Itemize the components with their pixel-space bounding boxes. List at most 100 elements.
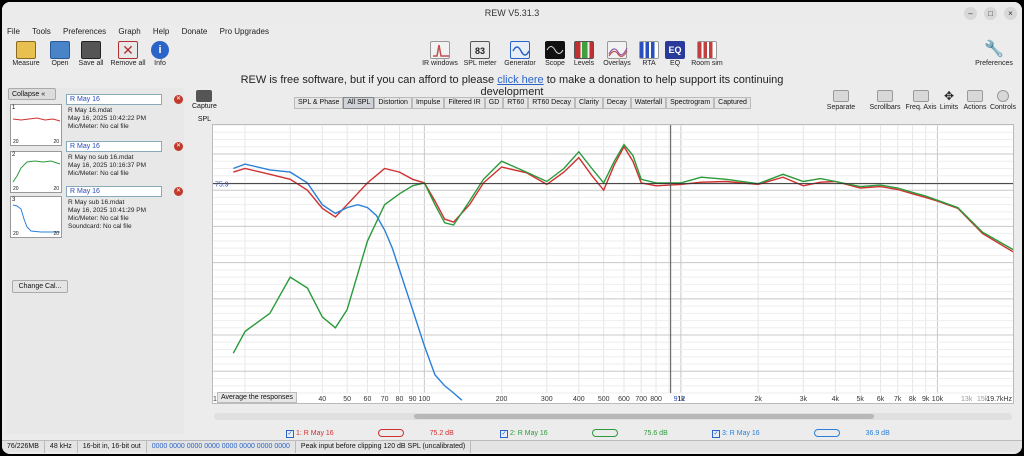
legend-item-1[interactable]: ✓ 1: R May 16 75.2 dB xyxy=(286,429,454,438)
generator-button[interactable]: Generator xyxy=(502,41,538,67)
limits-icon: ✥ xyxy=(943,89,955,103)
x-tick-label: 7k xyxy=(894,396,902,403)
measurement-name-field[interactable]: R May 16 xyxy=(66,94,162,105)
sample-rate-status: 48 kHz xyxy=(45,441,78,453)
legend-swatch[interactable] xyxy=(813,429,840,437)
preferences-button[interactable]: 🔧 Preferences xyxy=(974,41,1014,67)
save-all-button[interactable]: Save all xyxy=(76,41,106,67)
x-tick-label: 700 xyxy=(635,396,647,403)
collapse-button[interactable]: Collapse « xyxy=(8,88,56,100)
graph-legend: ✓ 1: R May 16 75.2 dB ✓ 2: R May 16 75.6… xyxy=(212,427,1014,441)
legend-item-3[interactable]: ✓ 3: R May 16 36.9 dB xyxy=(712,429,890,438)
limits-button[interactable]: ✥ Limits xyxy=(938,90,960,111)
actions-button[interactable]: Actions xyxy=(962,90,988,111)
spl-graph[interactable]: 8075706560555091275.91520304050607080901… xyxy=(201,124,1014,404)
scrollbars-button[interactable]: Scrollbars xyxy=(868,90,902,111)
tab-rt60-decay[interactable]: RT60 Decay xyxy=(528,97,576,109)
info-icon: i xyxy=(151,41,169,59)
menu-graph[interactable]: Graph xyxy=(113,25,145,39)
x-tick-label: 200 xyxy=(496,396,508,403)
remove-measurement-icon[interactable]: ✕ xyxy=(174,187,183,196)
rta-button[interactable]: RTA xyxy=(638,41,660,67)
x-tick-label: 3k xyxy=(800,396,808,403)
x-tick-label: 90 xyxy=(409,396,417,403)
room-sim-icon xyxy=(697,41,717,59)
remove-all-button[interactable]: ✕ Remove all xyxy=(108,41,148,67)
maximize-button[interactable]: □ xyxy=(984,7,997,20)
menu-tools[interactable]: Tools xyxy=(27,25,56,39)
menu-help[interactable]: Help xyxy=(148,25,174,39)
tab-waterfall[interactable]: Waterfall xyxy=(630,97,667,109)
capture-button[interactable]: Capture SPL xyxy=(192,90,217,123)
x-tick-label: 50 xyxy=(343,396,351,403)
remove-measurement-icon[interactable]: ✕ xyxy=(174,95,183,104)
freq-axis-button[interactable]: Freq. Axis xyxy=(904,90,938,111)
x-tick-label: 500 xyxy=(598,396,610,403)
tab-spl-phase[interactable]: SPL & Phase xyxy=(294,97,344,109)
graph-tabs: SPL & Phase All SPL Distortion Impulse Filte… xyxy=(294,97,751,109)
x-tick-label: 600 xyxy=(618,396,630,403)
measure-button[interactable]: Measure xyxy=(8,41,44,67)
measurement-name-field[interactable]: R May 16 xyxy=(66,141,162,152)
legend-item-2[interactable]: ✓ 2: R May 16 75.6 dB xyxy=(500,429,668,438)
measurement-item-1[interactable]: R May 16 ✕ 1 20 20 R May 16.mdat May 16,… xyxy=(10,94,183,146)
scrollbar-thumb[interactable] xyxy=(414,414,874,419)
spl-meter-button[interactable]: 83 SPL meter xyxy=(462,41,498,67)
tab-all-spl[interactable]: All SPL xyxy=(343,97,375,109)
spl-chart[interactable]: 8075706560555091275.91520304050607080901… xyxy=(201,124,1014,403)
tab-filtered-ir[interactable]: Filtered IR xyxy=(444,97,485,109)
x-tick-label: 800 xyxy=(650,396,662,403)
legend-checkbox[interactable]: ✓ xyxy=(286,429,294,438)
freq-axis-icon xyxy=(913,90,929,102)
levels-icon xyxy=(574,41,594,59)
measurement-item-3[interactable]: R May 16 ✕ 3 20 20 R May sub 16.mdat May… xyxy=(10,186,183,238)
ir-windows-button[interactable]: IR windows xyxy=(420,41,460,67)
average-responses-button[interactable]: Average the responses xyxy=(217,392,297,403)
x-tick-label: 13k xyxy=(961,396,973,403)
menu-preferences[interactable]: Preferences xyxy=(58,25,111,39)
donate-link[interactable]: click here xyxy=(497,74,543,86)
legend-checkbox[interactable]: ✓ xyxy=(712,429,720,438)
minimize-button[interactable]: – xyxy=(964,7,977,20)
menu-donate[interactable]: Donate xyxy=(177,25,213,39)
close-button[interactable]: × xyxy=(1004,7,1017,20)
tab-gd[interactable]: GD xyxy=(484,97,504,109)
cursor-value-label: 75.9 xyxy=(215,182,229,189)
actions-icon xyxy=(967,90,983,102)
separate-button[interactable]: Separate xyxy=(824,90,858,111)
overlays-icon xyxy=(607,41,628,59)
x-tick-label: 2k xyxy=(754,396,762,403)
window-title: REW V5.31.3 xyxy=(484,8,540,18)
generator-icon xyxy=(510,41,530,59)
scrollbars-icon xyxy=(877,90,893,102)
camera-icon xyxy=(196,90,213,102)
tab-clarity[interactable]: Clarity xyxy=(575,97,603,109)
tab-rt60[interactable]: RT60 xyxy=(503,97,529,109)
info-button[interactable]: i Info xyxy=(150,41,170,67)
open-button[interactable]: Open xyxy=(46,41,74,67)
eq-button[interactable]: EQ EQ xyxy=(664,41,686,67)
remove-measurement-icon[interactable]: ✕ xyxy=(174,142,183,151)
tab-distortion[interactable]: Distortion xyxy=(374,97,412,109)
horizontal-scrollbar[interactable] xyxy=(214,413,1012,420)
legend-swatch[interactable] xyxy=(591,429,618,437)
tab-decay[interactable]: Decay xyxy=(602,97,631,109)
donate-banner: REW is free software, but if you can aff… xyxy=(240,74,784,98)
menu-pro-upgrades[interactable]: Pro Upgrades xyxy=(215,25,274,39)
legend-swatch[interactable] xyxy=(377,429,404,437)
controls-button[interactable]: Controls xyxy=(988,90,1018,111)
x-tick-label: 19.7kHz xyxy=(986,396,1012,403)
scope-button[interactable]: Scope xyxy=(542,41,568,67)
overlays-button[interactable]: Overlays xyxy=(600,41,634,67)
tab-captured[interactable]: Captured xyxy=(714,97,751,109)
legend-checkbox[interactable]: ✓ xyxy=(500,429,508,438)
measurement-name-field[interactable]: R May 16 xyxy=(66,186,162,197)
tab-spectrogram[interactable]: Spectrogram xyxy=(666,97,715,109)
menu-file[interactable]: File xyxy=(2,25,25,39)
room-sim-button[interactable]: Room sim xyxy=(690,41,724,67)
levels-button[interactable]: Levels xyxy=(570,41,598,67)
scope-icon xyxy=(545,41,565,59)
tab-impulse[interactable]: Impulse xyxy=(411,97,445,109)
memory-status: 76/226MB xyxy=(2,441,45,453)
change-cal-button[interactable]: Change Cal... xyxy=(12,280,68,293)
